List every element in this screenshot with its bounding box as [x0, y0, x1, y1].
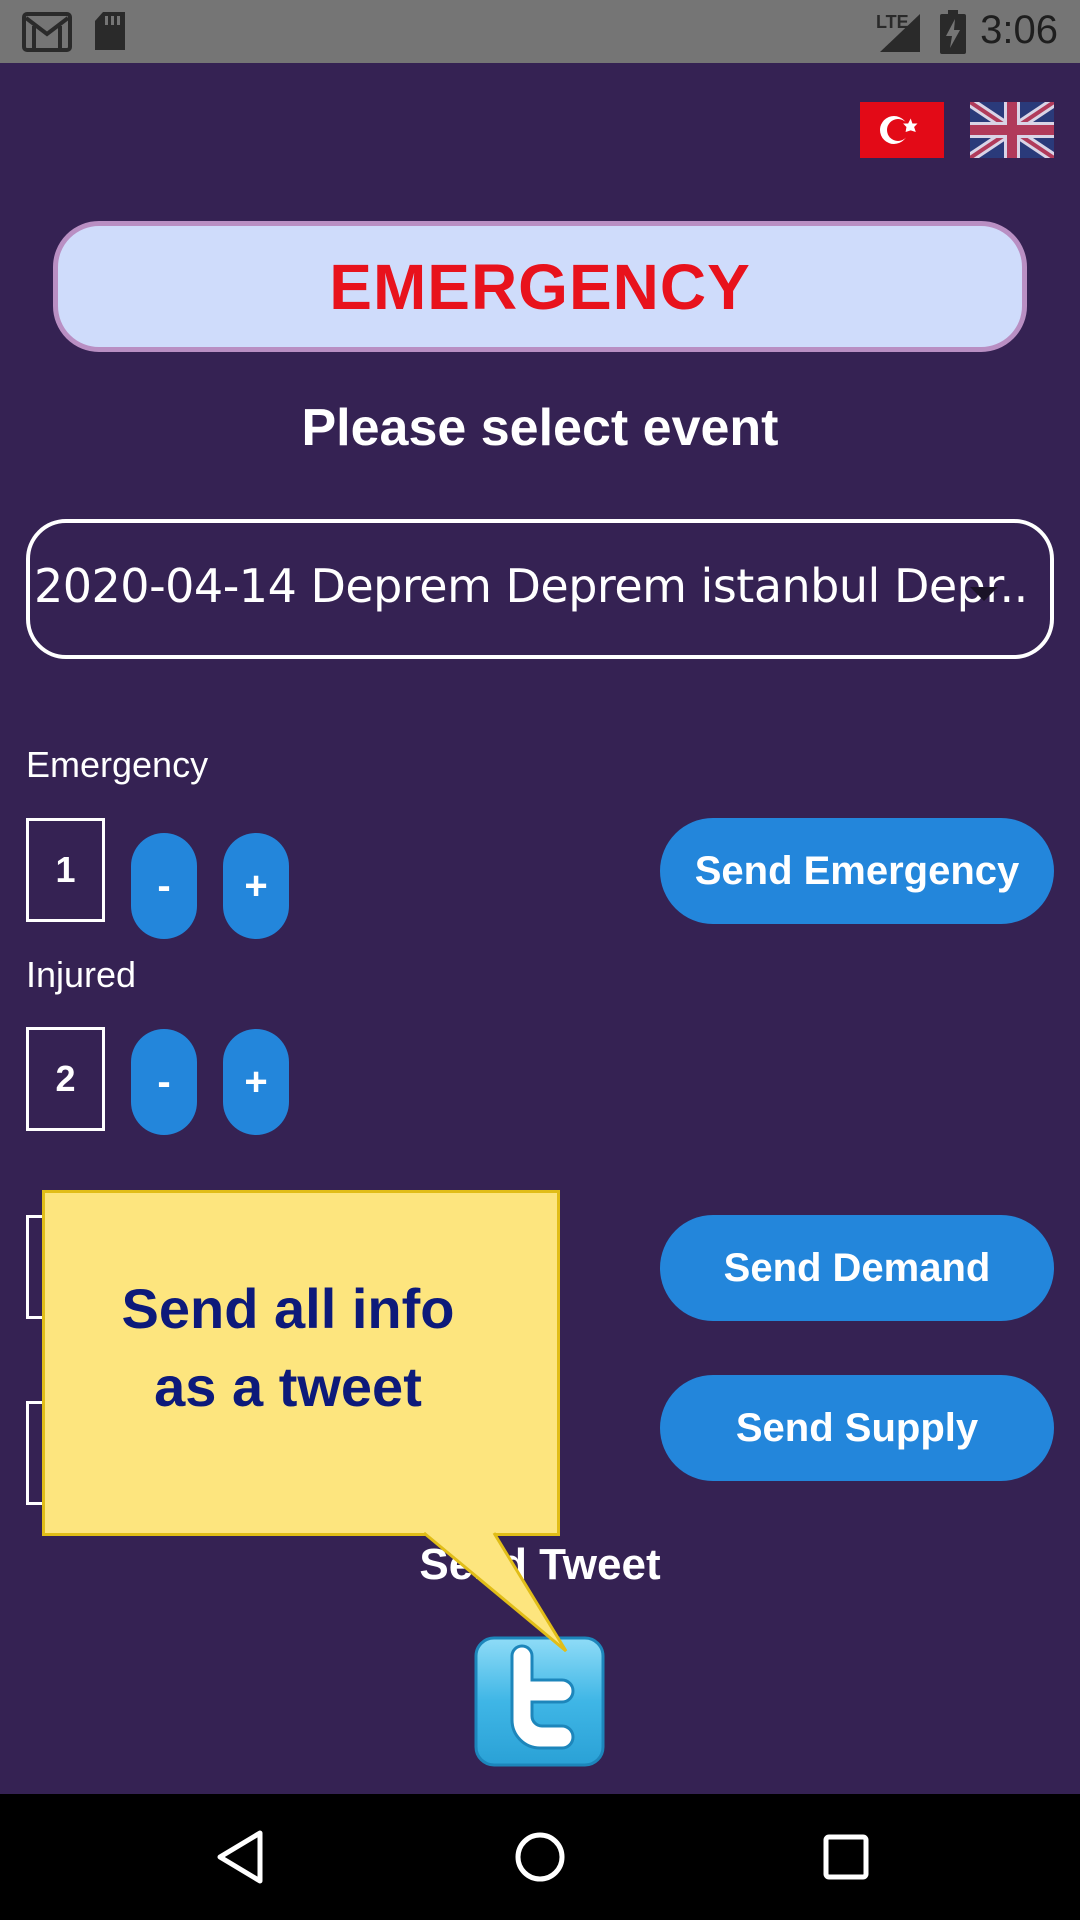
- signal-icon: [880, 14, 920, 52]
- tooltip-line-2: as a tweet: [154, 1355, 422, 1418]
- tooltip-line-1: Send all info: [121, 1277, 455, 1340]
- navigation-bar: [0, 1794, 1080, 1920]
- emergency-count[interactable]: 1: [26, 818, 105, 922]
- status-bar: LTE 3:06: [0, 0, 1080, 63]
- send-supply-button[interactable]: Send Supply: [660, 1375, 1054, 1481]
- emergency-title-box: EMERGENCY: [53, 221, 1027, 352]
- sd-card-icon: [95, 12, 125, 50]
- injured-label: Injured: [26, 954, 137, 995]
- callout-tail: [423, 1531, 568, 1653]
- event-select-value: 2020-04-14 Deprem Deprem istanbul Depr..: [34, 559, 1028, 613]
- back-icon[interactable]: [212, 1827, 268, 1887]
- select-event-heading: Please select event: [301, 399, 779, 457]
- gmail-icon: [22, 12, 72, 52]
- injured-count[interactable]: 2: [26, 1027, 105, 1131]
- battery-charging-icon: [940, 10, 966, 54]
- injured-plus-button[interactable]: +: [223, 1029, 289, 1135]
- turkish-flag-icon[interactable]: [860, 102, 944, 158]
- event-select[interactable]: 2020-04-14 Deprem Deprem istanbul Depr..: [26, 519, 1054, 659]
- chevron-down-icon: [970, 587, 998, 601]
- emergency-plus-button[interactable]: +: [223, 833, 289, 939]
- send-demand-button[interactable]: Send Demand: [660, 1215, 1054, 1321]
- recents-icon[interactable]: [818, 1827, 874, 1887]
- emergency-label: Emergency: [26, 744, 209, 785]
- tooltip-text: Send all info as a tweet: [42, 1270, 534, 1426]
- send-emergency-button[interactable]: Send Emergency: [660, 818, 1054, 924]
- uk-flag-icon[interactable]: [970, 102, 1054, 158]
- home-icon[interactable]: [512, 1827, 568, 1887]
- emergency-minus-button[interactable]: -: [131, 833, 197, 939]
- emergency-title: EMERGENCY: [329, 250, 751, 323]
- injured-minus-button[interactable]: -: [131, 1029, 197, 1135]
- clock: 3:06: [980, 8, 1058, 52]
